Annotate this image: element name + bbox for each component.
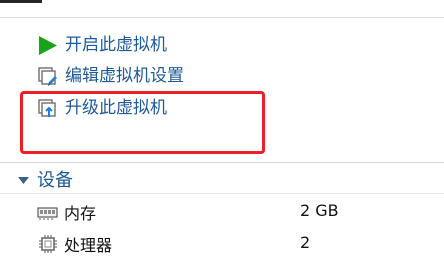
devices-header-separator	[0, 193, 444, 194]
edit-vm-settings-action[interactable]: 编辑虚拟机设置	[37, 64, 184, 88]
device-row-memory[interactable]: 内存 2 GB	[37, 200, 427, 224]
memory-label: 内存	[64, 204, 97, 223]
highlight-annotation-box	[20, 91, 265, 154]
top-tab-indicator	[0, 0, 42, 3]
devices-section-title: 设备	[37, 170, 73, 191]
edit-vm-settings-label: 编辑虚拟机设置	[65, 66, 184, 86]
memory-value: 2 GB	[300, 201, 339, 220]
play-icon	[37, 35, 58, 56]
processor-icon	[37, 234, 58, 255]
power-on-vm-label: 开启此虚拟机	[65, 35, 167, 55]
processor-value: 2	[300, 233, 311, 252]
edit-settings-icon	[37, 66, 58, 87]
device-row-processor[interactable]: 处理器 2	[37, 232, 427, 256]
collapse-triangle-icon[interactable]	[17, 170, 30, 189]
memory-icon	[37, 202, 58, 223]
section-separator	[0, 162, 444, 163]
devices-section-header[interactable]: 设备	[17, 168, 73, 191]
processor-label: 处理器	[64, 236, 113, 255]
top-separator	[0, 17, 444, 18]
power-on-vm-action[interactable]: 开启此虚拟机	[37, 33, 167, 57]
